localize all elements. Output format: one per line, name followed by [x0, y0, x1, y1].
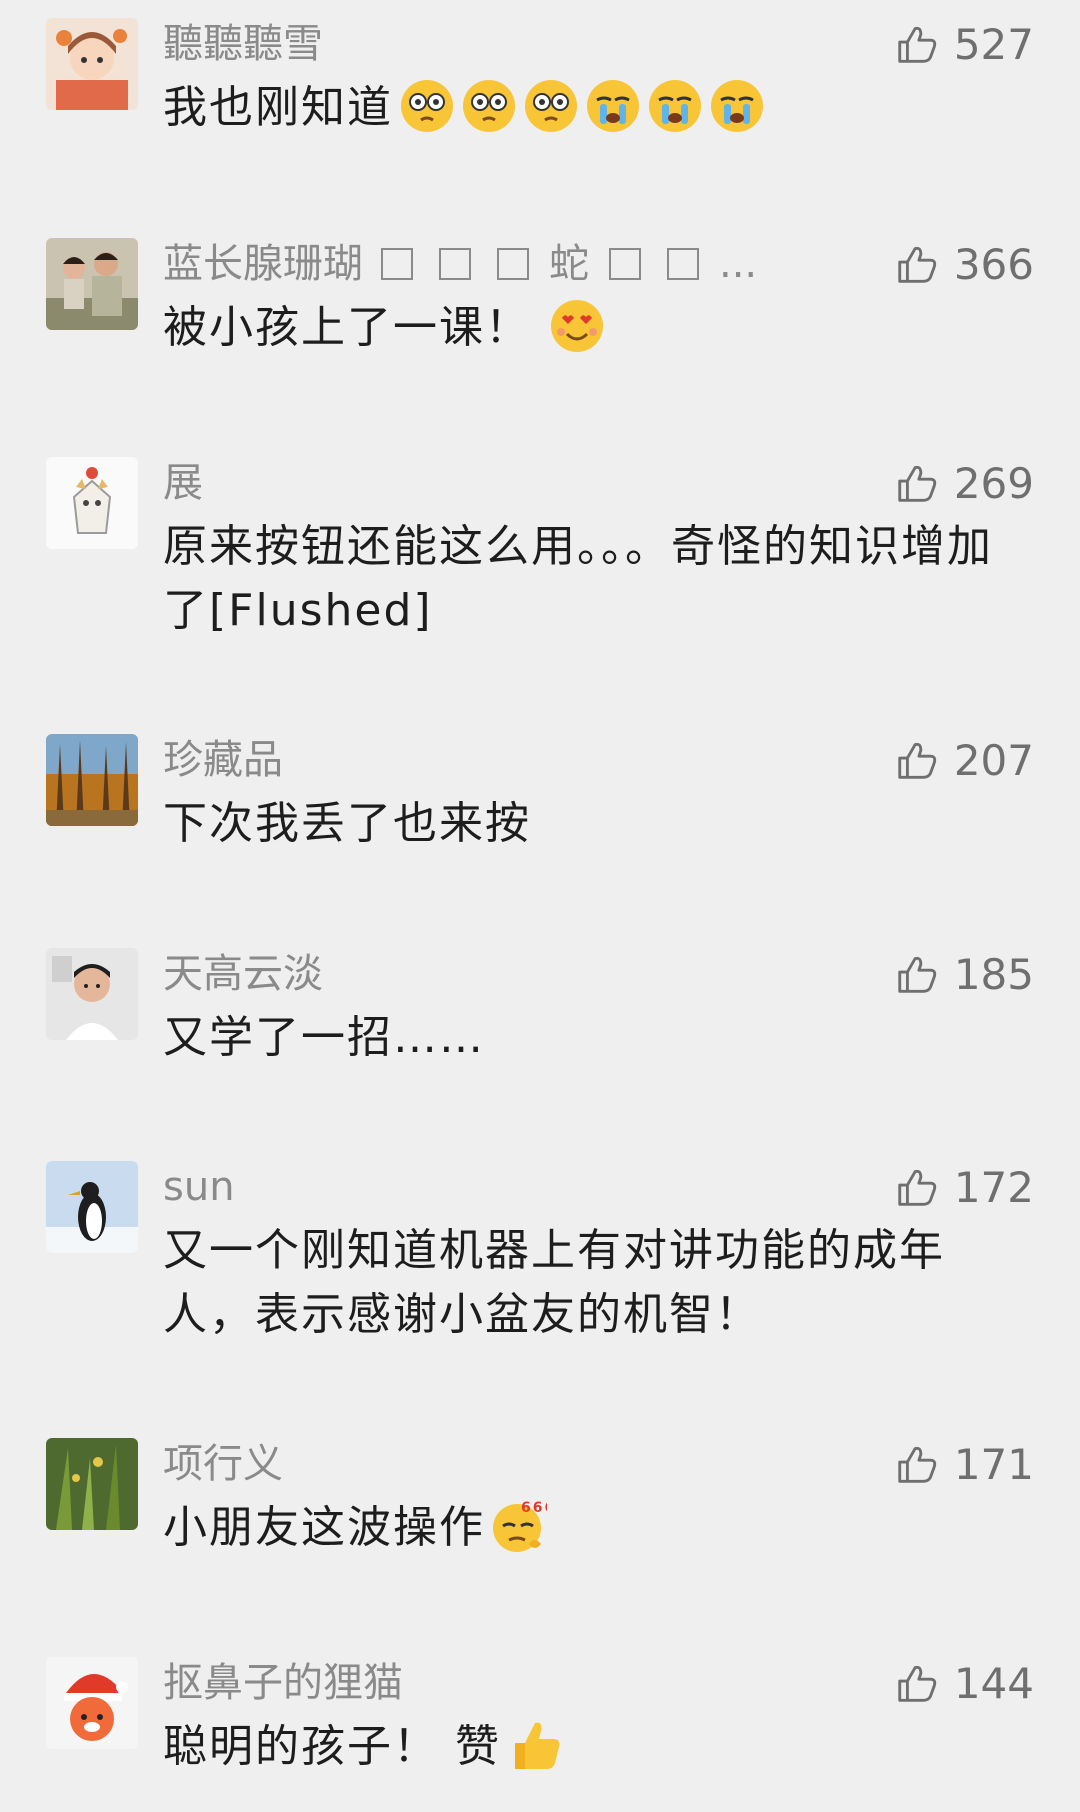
avatar[interactable]	[46, 1161, 138, 1253]
thumbs-up-icon	[898, 26, 936, 63]
thumbs-up-icon	[898, 246, 936, 283]
comment-text-content: 我也刚知道	[163, 82, 393, 133]
avatar[interactable]	[46, 457, 138, 549]
comment-text: 我也刚知道	[163, 76, 1003, 140]
comment-text: 又一个刚知道机器上有对讲功能的成年人，表示感谢小盆友的机智！	[163, 1225, 945, 1340]
missing-glyph-icon	[497, 248, 529, 280]
commenter-name[interactable]: 展	[163, 459, 203, 507]
thumbs-up-icon	[898, 1169, 936, 1206]
comment-text: 又学了一招……	[163, 1012, 485, 1063]
comment-text-content: 聪明的孩子！ 赞	[163, 1721, 501, 1772]
like-count: 269	[953, 458, 1034, 508]
crying-emoji-icon	[585, 78, 641, 134]
flushed-emoji-icon	[523, 78, 579, 134]
avatar[interactable]	[46, 1438, 138, 1530]
thumbs-up-icon	[898, 1446, 936, 1483]
thumbs-up-icon	[898, 956, 936, 993]
comment-text: 被小孩上了一课！	[163, 296, 1003, 360]
thumbs-up-icon	[898, 742, 936, 779]
like-button[interactable]: 527	[894, 18, 1034, 70]
commenter-name-ellipsis: ...	[719, 241, 758, 287]
comment-text-content: 被小孩上了一课！	[163, 302, 531, 353]
missing-glyph-icon	[381, 248, 413, 280]
comment-text: 原来按钮还能这么用。。。奇怪的知识增加了[Flushed]	[163, 521, 993, 636]
commenter-name-part: 蛇	[549, 241, 589, 287]
crying-emoji-icon	[647, 78, 703, 134]
commenter-name[interactable]: 天高云淡	[163, 950, 323, 998]
missing-glyph-icon	[439, 248, 471, 280]
avatar[interactable]	[46, 238, 138, 330]
comment-list: 聽聽聽雪 527 我也刚知道 蓝长腺珊瑚 蛇... 366 被小孩上了一课！ 展 …	[0, 0, 1080, 1812]
comment-text: 小朋友这波操作 666	[163, 1496, 1003, 1560]
comment-text: 下次我丢了也来按	[163, 798, 531, 849]
avatar[interactable]	[46, 1657, 138, 1749]
commenter-name[interactable]: 蓝长腺珊瑚 蛇...	[163, 240, 757, 288]
like-button[interactable]: 185	[894, 948, 1034, 1000]
666-emoji-icon: 666	[491, 1498, 547, 1554]
heart-eyes-emoji-icon	[549, 298, 605, 354]
666-label: 666	[521, 1500, 547, 1516]
avatar[interactable]	[46, 948, 138, 1040]
like-count: 171	[953, 1439, 1034, 1489]
commenter-name[interactable]: 项行义	[163, 1440, 283, 1488]
commenter-name[interactable]: 聽聽聽雪	[163, 20, 323, 68]
like-count: 144	[953, 1658, 1034, 1708]
flushed-emoji-icon	[399, 78, 455, 134]
crying-emoji-icon	[709, 78, 765, 134]
thumbs-up-icon	[898, 1665, 936, 1702]
like-button[interactable]: 269	[894, 457, 1034, 509]
comment-text-content: 小朋友这波操作	[163, 1502, 485, 1553]
like-button[interactable]: 171	[894, 1438, 1034, 1490]
like-count: 527	[953, 19, 1034, 69]
like-button[interactable]: 207	[894, 734, 1034, 786]
commenter-name[interactable]: 珍藏品	[163, 736, 283, 784]
flushed-emoji-icon	[461, 78, 517, 134]
like-count: 366	[953, 239, 1034, 289]
commenter-name-part: 蓝长腺珊瑚	[163, 241, 363, 287]
avatar[interactable]	[46, 734, 138, 826]
like-count: 185	[953, 949, 1034, 999]
avatar[interactable]	[46, 18, 138, 110]
like-button[interactable]: 366	[894, 238, 1034, 290]
like-count: 207	[953, 735, 1034, 785]
comment-text: 聪明的孩子！ 赞	[163, 1715, 1003, 1779]
thumbs-up-emoji-icon	[507, 1717, 563, 1773]
thumbs-up-icon	[898, 465, 936, 502]
commenter-name[interactable]: sun	[163, 1163, 235, 1211]
missing-glyph-icon	[667, 248, 699, 280]
missing-glyph-icon	[609, 248, 641, 280]
like-button[interactable]: 144	[894, 1657, 1034, 1709]
commenter-name[interactable]: 抠鼻子的狸猫	[163, 1659, 403, 1707]
like-button[interactable]: 172	[894, 1161, 1034, 1213]
like-count: 172	[953, 1162, 1034, 1212]
